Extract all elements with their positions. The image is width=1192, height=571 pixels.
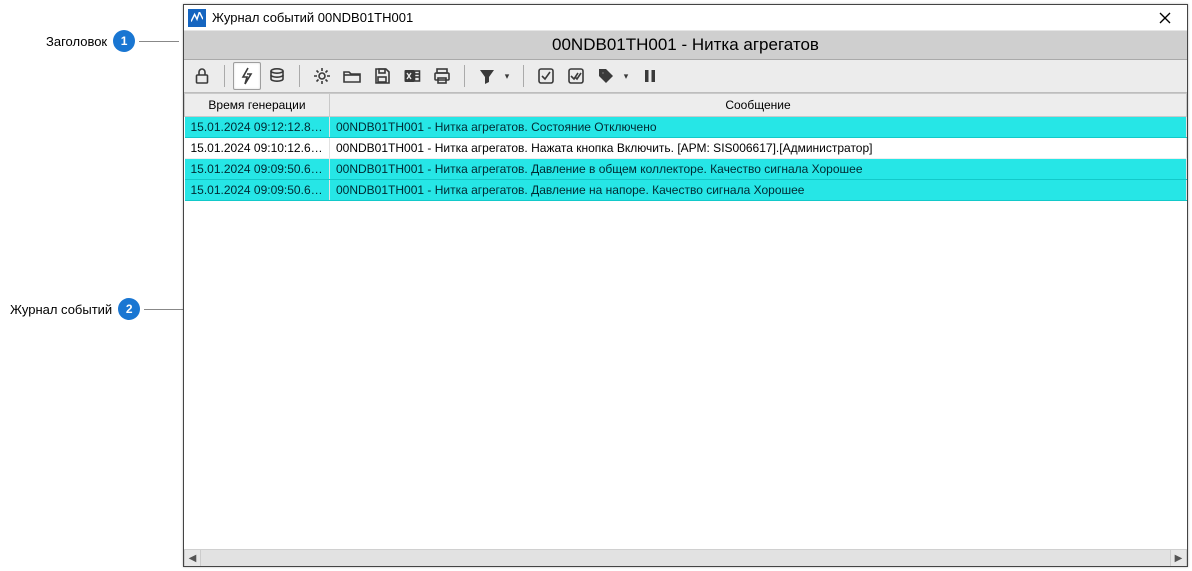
event-log-window: Журнал событий 00NDB01TH001 00NDB01TH001… — [183, 4, 1188, 567]
lock-button[interactable] — [188, 62, 216, 90]
cell-time: 15.01.2024 09:12:12.875 — [185, 117, 330, 138]
cell-message: 00NDB01TH001 - Нитка агрегатов. Состояни… — [330, 117, 1187, 138]
page-header: 00NDB01TH001 - Нитка агрегатов — [184, 31, 1187, 60]
col-header-time[interactable]: Время генерации — [185, 94, 330, 117]
save-button[interactable] — [368, 62, 396, 90]
events-button[interactable] — [233, 62, 261, 90]
table-row[interactable]: 15.01.2024 09:10:12.69800NDB01TH001 - Ни… — [185, 138, 1187, 159]
scroll-left-arrow[interactable]: ◀ — [184, 550, 201, 566]
window-title: Журнал событий 00NDB01TH001 — [212, 10, 1147, 25]
table-header-row: Время генерации Сообщение — [185, 94, 1187, 117]
cell-message: 00NDB01TH001 - Нитка агрегатов. Давление… — [330, 159, 1187, 180]
titlebar: Журнал событий 00NDB01TH001 — [184, 5, 1187, 31]
separator — [224, 65, 225, 87]
table-empty-area — [184, 201, 1187, 549]
close-button[interactable] — [1147, 5, 1183, 30]
col-header-message[interactable]: Сообщение — [330, 94, 1187, 117]
tag-button[interactable] — [592, 62, 620, 90]
callout-label: Журнал событий — [10, 302, 112, 317]
export-excel-button[interactable] — [398, 62, 426, 90]
settings-button[interactable] — [308, 62, 336, 90]
event-table: Время генерации Сообщение 15.01.2024 09:… — [184, 93, 1187, 201]
callout-line — [144, 309, 184, 310]
table-row[interactable]: 15.01.2024 09:12:12.87500NDB01TH001 - Ни… — [185, 117, 1187, 138]
callout-label: Заголовок — [46, 34, 107, 49]
horizontal-scrollbar[interactable]: ◀ ▶ — [184, 549, 1187, 566]
cell-message: 00NDB01TH001 - Нитка агрегатов. Давление… — [330, 180, 1187, 201]
cell-time: 15.01.2024 09:09:50.618 — [185, 180, 330, 201]
scroll-right-arrow[interactable]: ▶ — [1170, 550, 1187, 566]
toolbar: ▾ ▾ — [184, 60, 1187, 93]
open-folder-button[interactable] — [338, 62, 366, 90]
cell-time: 15.01.2024 09:10:12.698 — [185, 138, 330, 159]
scroll-track[interactable] — [201, 550, 1170, 566]
event-table-wrap: Время генерации Сообщение 15.01.2024 09:… — [184, 93, 1187, 549]
print-button[interactable] — [428, 62, 456, 90]
database-button[interactable] — [263, 62, 291, 90]
callout-badge: 1 — [113, 30, 135, 52]
separator — [299, 65, 300, 87]
callout-line — [139, 41, 179, 42]
ack-button[interactable] — [532, 62, 560, 90]
separator — [523, 65, 524, 87]
table-row[interactable]: 15.01.2024 09:09:50.61800NDB01TH001 - Ни… — [185, 159, 1187, 180]
callout-badge: 2 — [118, 298, 140, 320]
cell-message: 00NDB01TH001 - Нитка агрегатов. Нажата к… — [330, 138, 1187, 159]
pause-button[interactable] — [636, 62, 664, 90]
ack-all-button[interactable] — [562, 62, 590, 90]
tag-dropdown[interactable]: ▾ — [620, 71, 632, 82]
app-icon — [188, 9, 206, 27]
filter-button[interactable] — [473, 62, 501, 90]
filter-dropdown[interactable]: ▾ — [501, 71, 513, 82]
table-row[interactable]: 15.01.2024 09:09:50.61800NDB01TH001 - Ни… — [185, 180, 1187, 201]
cell-time: 15.01.2024 09:09:50.618 — [185, 159, 330, 180]
separator — [464, 65, 465, 87]
